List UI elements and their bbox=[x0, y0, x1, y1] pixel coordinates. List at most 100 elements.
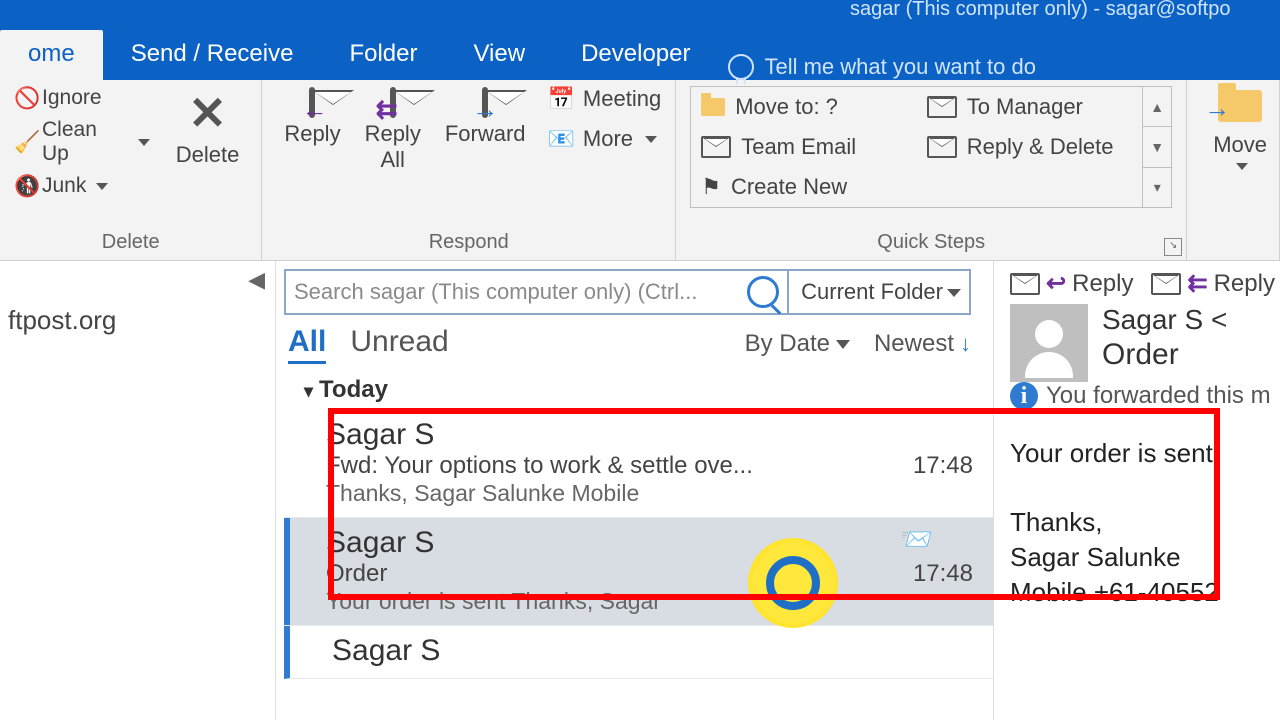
junk-icon: 🚯 bbox=[14, 175, 36, 197]
reply-all-button[interactable]: ⇇ Reply All bbox=[357, 86, 429, 176]
qs-reply-delete[interactable]: Reply & Delete bbox=[917, 127, 1143, 167]
forward-button[interactable]: → Forward bbox=[437, 86, 534, 151]
envelope-icon bbox=[1151, 273, 1181, 295]
search-placeholder: Search sagar (This computer only) (Ctrl.… bbox=[294, 279, 697, 305]
tab-folder[interactable]: Folder bbox=[321, 30, 445, 80]
reading-from: Sagar S < bbox=[1102, 304, 1227, 336]
qs-more-button[interactable]: ▾ bbox=[1143, 168, 1171, 207]
cleanup-icon: 🧹 bbox=[14, 131, 36, 153]
sort-by-dropdown[interactable]: By Date bbox=[745, 330, 850, 358]
group-quick-steps: Move to: ? Team Email ⚑Create New To Man… bbox=[676, 80, 1187, 260]
tab-developer[interactable]: Developer bbox=[553, 30, 718, 80]
ribbon: 🚫Ignore 🧹Clean Up 🚯Junk ✕ Delete Delete … bbox=[0, 80, 1280, 261]
envelope-icon bbox=[927, 136, 957, 158]
clean-up-button[interactable]: 🧹Clean Up bbox=[14, 118, 150, 166]
tell-me-label: Tell me what you want to do bbox=[764, 54, 1035, 80]
more-icon: 📧 bbox=[548, 126, 575, 152]
envelope-icon bbox=[1010, 273, 1040, 295]
chevron-down-icon bbox=[96, 183, 108, 190]
message-item-selected[interactable]: 📨 Sagar S Order17:48 Your order is sent … bbox=[284, 518, 993, 626]
reading-sig-3: Mobile +61-40552 bbox=[1010, 575, 1280, 610]
meeting-button[interactable]: 📅Meeting bbox=[548, 86, 662, 112]
message-time: 17:48 bbox=[913, 452, 973, 480]
group-label-respond: Respond bbox=[276, 231, 661, 256]
quick-steps-gallery: Move to: ? Team Email ⚑Create New To Man… bbox=[690, 86, 1172, 208]
reading-body-line: Your order is sent bbox=[1010, 436, 1280, 471]
quick-steps-scroll: ▲ ▼ ▾ bbox=[1142, 87, 1171, 207]
avatar-icon bbox=[1010, 304, 1088, 382]
search-icon[interactable] bbox=[747, 276, 779, 308]
bulb-icon bbox=[728, 54, 754, 80]
reply-button[interactable]: ← Reply bbox=[276, 86, 348, 151]
message-from: Sagar S bbox=[332, 634, 973, 668]
info-icon: i bbox=[1010, 382, 1038, 410]
reading-sig-2: Sagar Salunke bbox=[1010, 540, 1280, 575]
filter-unread[interactable]: Unread bbox=[350, 325, 448, 359]
envelope-icon bbox=[927, 96, 957, 118]
qs-down-button[interactable]: ▼ bbox=[1143, 127, 1171, 167]
ribbon-tabs: ome Send / Receive Folder View Developer… bbox=[0, 30, 1280, 80]
forward-arrow-icon: → bbox=[472, 95, 498, 125]
annotation-highlight-circle bbox=[748, 538, 838, 628]
more-respond-button[interactable]: 📧More bbox=[548, 126, 662, 152]
message-time: 17:48 bbox=[913, 560, 973, 588]
qs-empty bbox=[917, 167, 1143, 207]
qs-up-button[interactable]: ▲ bbox=[1143, 87, 1171, 127]
filter-all[interactable]: All bbox=[288, 325, 326, 364]
reply-all-arrow-icon: ⇇ bbox=[376, 95, 398, 125]
content-area: ◀ ftpost.org Search sagar (This computer… bbox=[0, 261, 1280, 720]
window-title: sagar (This computer only) - sagar@softp… bbox=[0, 0, 1280, 30]
search-scope-dropdown[interactable]: Current Folder bbox=[789, 269, 971, 315]
sort-direction-toggle[interactable]: Newest↓ bbox=[874, 330, 971, 358]
qs-move-to[interactable]: Move to: ? bbox=[691, 87, 917, 127]
qs-team-email[interactable]: Team Email bbox=[691, 127, 917, 167]
qs-to-manager[interactable]: To Manager bbox=[917, 87, 1143, 127]
message-from: Sagar S bbox=[326, 418, 973, 452]
group-header-today[interactable]: Today bbox=[284, 370, 993, 410]
folder-icon bbox=[701, 98, 725, 116]
ignore-button[interactable]: 🚫Ignore bbox=[14, 86, 150, 110]
message-preview: Your order is sent Thanks, Sagar bbox=[326, 588, 973, 615]
forwarded-icon: 📨 bbox=[901, 524, 933, 555]
delete-button[interactable]: ✕ Delete bbox=[168, 86, 248, 198]
tell-me[interactable]: Tell me what you want to do bbox=[718, 54, 1045, 80]
group-move: → Move bbox=[1187, 80, 1280, 260]
message-list-pane: Search sagar (This computer only) (Ctrl.… bbox=[276, 261, 993, 720]
arrow-down-icon: ↓ bbox=[960, 331, 971, 357]
group-label-delete: Delete bbox=[14, 231, 247, 256]
chevron-down-icon bbox=[645, 136, 657, 143]
reading-info-text: You forwarded this m bbox=[1046, 382, 1271, 410]
chevron-down-icon bbox=[138, 139, 150, 146]
tab-send-receive[interactable]: Send / Receive bbox=[103, 30, 322, 80]
reading-subject: Order bbox=[1102, 338, 1227, 372]
reading-pane: ↩ Reply ⇇ Reply All Sagar S < Order i Yo… bbox=[993, 261, 1280, 720]
message-preview: Thanks, Sagar Salunke Mobile bbox=[326, 480, 973, 507]
collapse-nav-button[interactable]: ◀ bbox=[248, 267, 265, 293]
reply-arrow-icon: ← bbox=[301, 95, 327, 125]
chevron-down-icon bbox=[836, 340, 850, 349]
ignore-icon: 🚫 bbox=[14, 87, 36, 109]
meeting-icon: 📅 bbox=[548, 86, 575, 112]
envelope-icon bbox=[701, 136, 731, 158]
message-item[interactable]: Sagar S Fwd: Your options to work & sett… bbox=[284, 410, 993, 518]
group-delete: 🚫Ignore 🧹Clean Up 🚯Junk ✕ Delete Delete bbox=[0, 80, 262, 260]
chevron-down-icon bbox=[1236, 163, 1248, 170]
reading-sig-1: Thanks, bbox=[1010, 505, 1280, 540]
junk-button[interactable]: 🚯Junk bbox=[14, 174, 150, 198]
account-node[interactable]: ftpost.org bbox=[0, 305, 275, 336]
move-button[interactable]: → Move bbox=[1205, 86, 1275, 174]
dialog-launcher-icon[interactable]: ↘ bbox=[1164, 238, 1182, 256]
reading-reply-button[interactable]: ↩ Reply bbox=[1010, 269, 1133, 298]
message-item[interactable]: Sagar S bbox=[284, 626, 993, 679]
tab-home[interactable]: ome bbox=[0, 30, 103, 80]
reading-reply-all-button[interactable]: ⇇ Reply All bbox=[1151, 269, 1280, 298]
folder-icon: → bbox=[1218, 90, 1262, 122]
search-input[interactable]: Search sagar (This computer only) (Ctrl.… bbox=[284, 269, 789, 315]
tab-view[interactable]: View bbox=[445, 30, 553, 80]
group-respond: ← Reply ⇇ Reply All → Forward 📅Meeting 📧… bbox=[262, 80, 676, 260]
delete-icon: ✕ bbox=[188, 90, 227, 136]
message-from: Sagar S bbox=[326, 526, 973, 560]
message-subject: Fwd: Your options to work & settle ove..… bbox=[326, 452, 903, 480]
group-label-quick-steps: Quick Steps bbox=[690, 231, 1172, 256]
qs-create-new[interactable]: ⚑Create New bbox=[691, 167, 917, 207]
